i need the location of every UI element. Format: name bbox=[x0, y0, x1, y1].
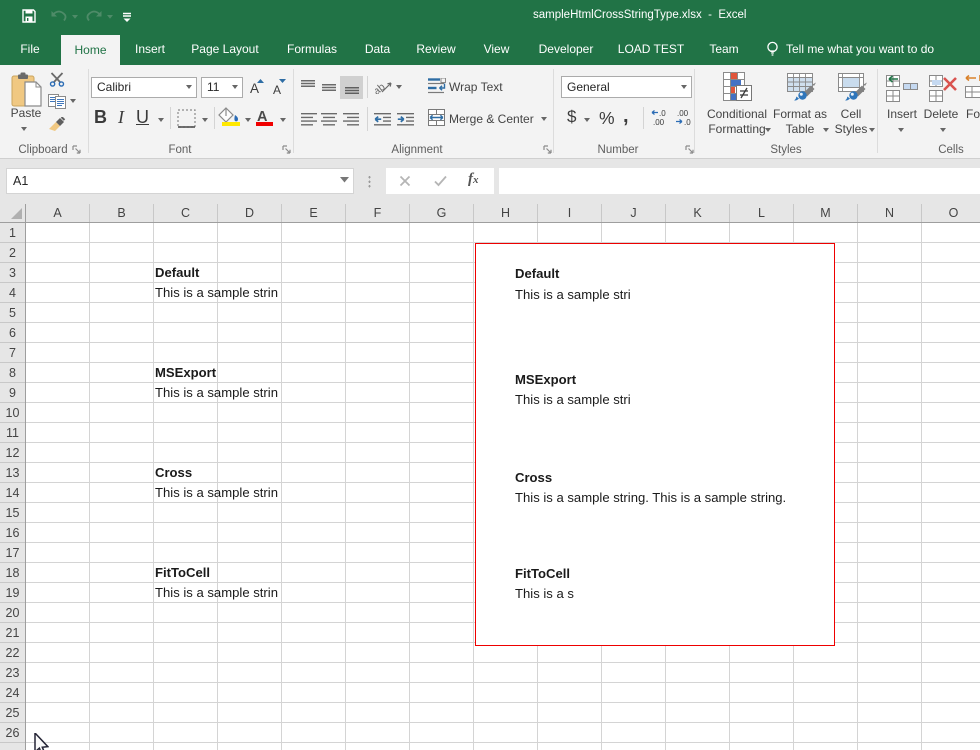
svg-text:.0: .0 bbox=[684, 118, 691, 127]
svg-text:.00: .00 bbox=[677, 109, 689, 118]
svg-text:.0: .0 bbox=[659, 109, 666, 118]
svg-text:.00: .00 bbox=[653, 118, 665, 127]
